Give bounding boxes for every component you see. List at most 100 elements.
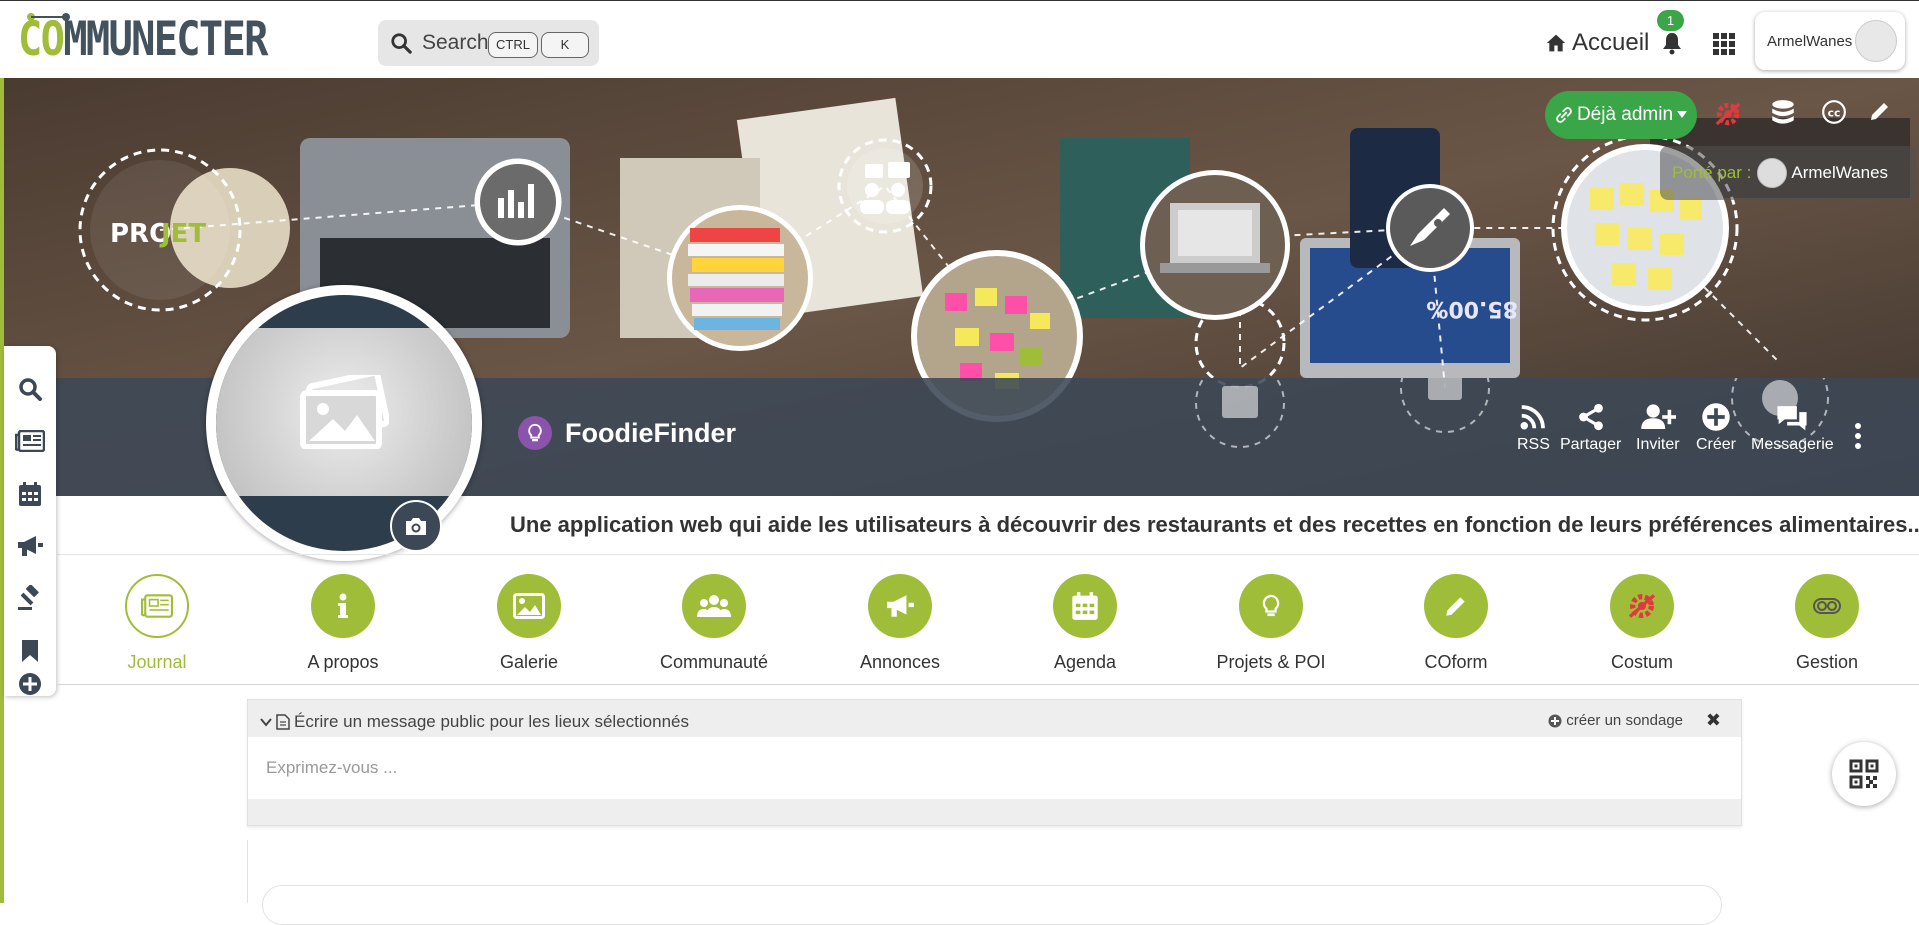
- messaging-button[interactable]: Messagerie: [1751, 402, 1834, 454]
- kbd-ctrl: CTRL: [488, 32, 538, 58]
- tab-label: Communauté: [659, 652, 769, 672]
- composer-header[interactable]: Écrire un message public pour les lieux …: [260, 712, 689, 732]
- close-composer-button[interactable]: ✖: [1706, 710, 1721, 731]
- chevron-down-icon: [260, 718, 272, 727]
- poll-label: créer un sondage: [1566, 712, 1683, 729]
- tab-label: A propos: [307, 652, 379, 672]
- lightbulb-icon: [1239, 574, 1303, 638]
- camera-icon: [406, 518, 426, 535]
- tab-community[interactable]: Communauté: [639, 574, 789, 673]
- create-button[interactable]: Créer: [1696, 402, 1736, 454]
- notification-badge: 1: [1657, 10, 1684, 31]
- info-icon: [311, 574, 375, 638]
- file-text-icon: [276, 714, 290, 730]
- comments-icon: [1777, 406, 1807, 431]
- logo-prefix: CO: [18, 11, 65, 67]
- sidebar-item-news[interactable]: [4, 421, 56, 461]
- plus-circle-icon: [1548, 714, 1562, 727]
- toggle-icon: [1795, 574, 1859, 638]
- sidebar-item-add[interactable]: [4, 664, 56, 704]
- sidebar-item-decisions[interactable]: [4, 578, 56, 618]
- tab-journal[interactable]: Journal: [82, 574, 232, 673]
- share-label: Partager: [1560, 436, 1622, 453]
- bookmark-icon: [22, 640, 38, 662]
- laptop-circle: [1140, 170, 1290, 320]
- home-link[interactable]: Accueil: [1546, 29, 1649, 57]
- link-icon: [1556, 107, 1572, 123]
- project-title: FoodieFinder: [565, 418, 736, 448]
- divider: [57, 554, 1919, 555]
- tab-gallery[interactable]: Galerie: [454, 574, 604, 673]
- change-avatar-button[interactable]: [390, 500, 442, 552]
- projet-badge: PRO JET: [110, 219, 206, 249]
- left-sidebar: [4, 346, 56, 696]
- home-icon: [1546, 34, 1566, 52]
- apps-menu-button[interactable]: [1712, 32, 1736, 56]
- home-label: Accueil: [1572, 29, 1650, 56]
- invite-button[interactable]: Inviter: [1636, 402, 1680, 454]
- rss-label: RSS: [1517, 436, 1550, 453]
- costum-settings-button[interactable]: [1713, 99, 1743, 129]
- users-icon: [682, 574, 746, 638]
- svg-text:cc: cc: [1828, 106, 1841, 119]
- communecter-logo[interactable]: COMMUNECTER: [18, 11, 307, 67]
- license-button[interactable]: cc: [1821, 99, 1847, 125]
- more-options-button[interactable]: [1854, 422, 1862, 450]
- tab-costum[interactable]: Costum: [1567, 574, 1717, 673]
- composer-title: Écrire un message public pour les lieux …: [294, 712, 689, 731]
- tab-label: COform: [1424, 652, 1488, 672]
- tab-label: Gestion: [1795, 652, 1859, 672]
- caret-down-icon: [1677, 111, 1688, 118]
- books-circle: [667, 205, 813, 351]
- tab-coform[interactable]: COform: [1381, 574, 1531, 673]
- porte-label: Porté par :: [1672, 163, 1752, 182]
- tab-label: Costum: [1610, 652, 1673, 672]
- feed-card: [262, 885, 1722, 925]
- tab-label: Journal: [127, 652, 187, 672]
- tab-about[interactable]: A propos: [268, 574, 418, 673]
- sidebar-item-agenda[interactable]: [4, 474, 56, 514]
- rss-icon: [1520, 405, 1546, 430]
- tab-projects-poi[interactable]: Projets & POI: [1196, 574, 1346, 673]
- porte-user-link[interactable]: ArmelWanes: [1791, 163, 1888, 183]
- tab-announcements[interactable]: Annonces: [825, 574, 975, 673]
- newspaper-icon: [15, 430, 45, 452]
- avatar: [1855, 20, 1897, 62]
- pencil-icon: [1424, 574, 1488, 638]
- database-button[interactable]: [1770, 99, 1796, 129]
- user-menu-button[interactable]: ArmelWanes: [1755, 12, 1905, 70]
- vertical-ellipsis-icon: [1855, 423, 1861, 449]
- sidebar-item-search[interactable]: [4, 369, 56, 409]
- kbd-k: K: [541, 32, 589, 58]
- database-icon: [1772, 100, 1794, 124]
- tab-label: Agenda: [1053, 652, 1117, 672]
- rocket-circle: [1386, 184, 1474, 272]
- notifications-button[interactable]: [1660, 31, 1684, 55]
- message-input[interactable]: [248, 737, 1741, 799]
- project-type-badge: [518, 416, 552, 450]
- pencil-icon: [1871, 103, 1888, 120]
- tab-label: Annonces: [859, 652, 941, 672]
- sidebar-item-announcements[interactable]: [4, 526, 56, 566]
- tab-management[interactable]: Gestion: [1752, 574, 1902, 673]
- plus-circle-icon: [19, 673, 41, 695]
- user-plus-icon: [1640, 404, 1676, 429]
- create-label: Créer: [1696, 436, 1737, 453]
- rss-button[interactable]: RSS: [1517, 402, 1550, 454]
- create-poll-button[interactable]: créer un sondage: [1548, 712, 1683, 729]
- calendar-icon: [19, 482, 41, 506]
- tab-label: Projets & POI: [1216, 652, 1326, 672]
- share-button[interactable]: Partager: [1560, 402, 1621, 454]
- admin-label: Déjà admin: [1576, 104, 1674, 125]
- search-button[interactable]: Search CTRL K: [378, 20, 599, 66]
- tab-agenda[interactable]: Agenda: [1010, 574, 1160, 673]
- porte-par-box: Porté par : ArmelWanes: [1660, 146, 1916, 200]
- admin-dropdown-button[interactable]: Déjà admin: [1545, 91, 1697, 139]
- gavel-icon: [18, 585, 39, 610]
- edit-button[interactable]: [1868, 99, 1892, 123]
- qr-code-button[interactable]: [1832, 742, 1896, 806]
- projet-badge-accent: JET: [159, 219, 206, 249]
- image-icon: [497, 574, 561, 638]
- invite-label: Inviter: [1636, 436, 1680, 453]
- logo-rest: MMUNECTER: [63, 11, 268, 67]
